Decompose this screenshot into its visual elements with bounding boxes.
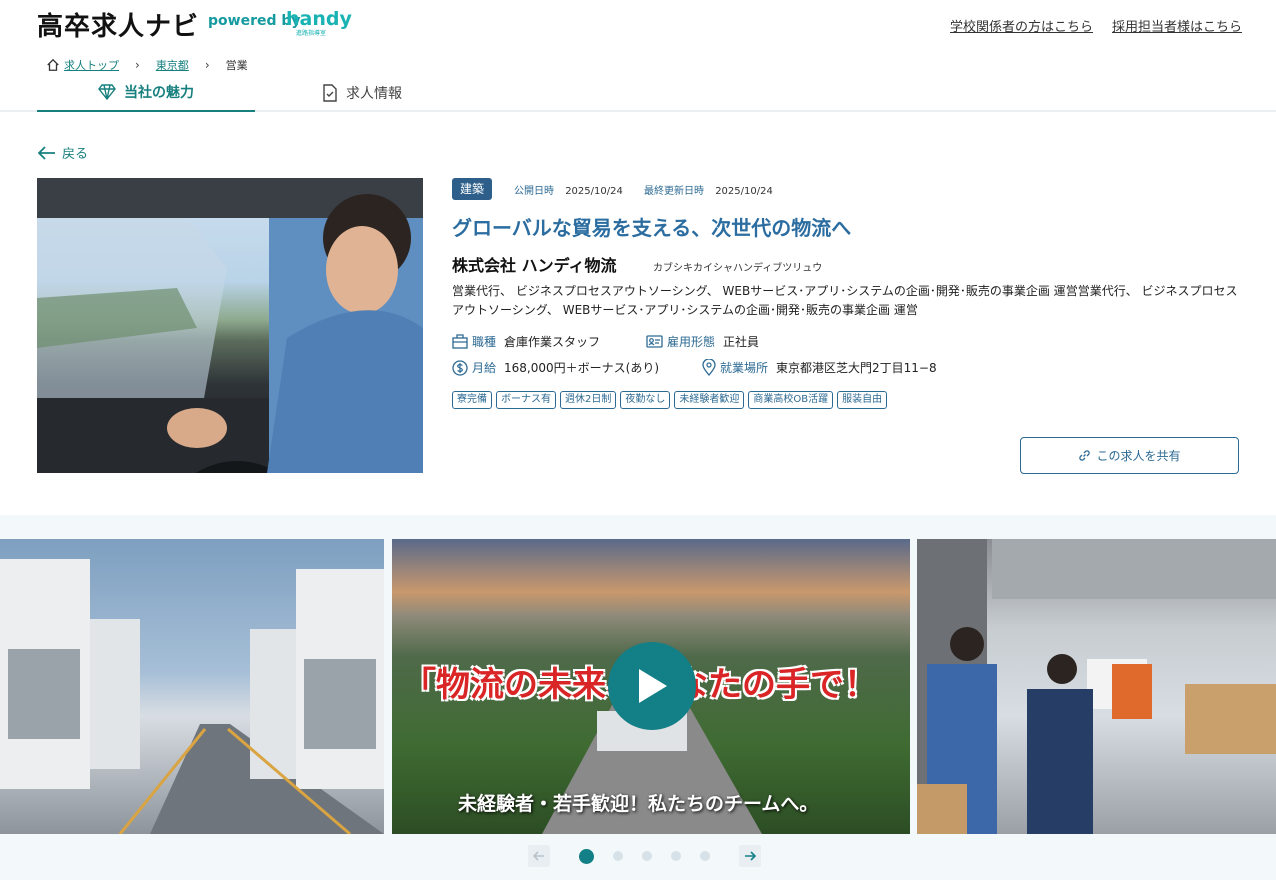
breadcrumb: 求人トップ › 東京都 › 営業	[46, 57, 248, 73]
gallery-photo-trucks[interactable]	[0, 539, 384, 834]
published-date: 2025/10/24	[565, 186, 623, 197]
feature-tag: ボーナス有	[496, 391, 556, 409]
arrow-left-icon	[38, 145, 55, 160]
breadcrumb-item-current: 営業	[225, 59, 248, 72]
tab-label: 当社の魅力	[124, 85, 194, 101]
company-name-kana: カブシキカイシャハンディブツリュウ	[653, 263, 823, 274]
salary-label: 月給	[472, 361, 497, 375]
briefcase-icon	[452, 334, 468, 349]
company-name: 株式会社 ハンディ物流	[452, 256, 617, 275]
published-meta: 公開日時 2025/10/24	[514, 182, 623, 197]
site-header: 高卒求人ナビ powered by handy 進路指導室 学校関係者の方はこち…	[0, 0, 1276, 48]
updated-label: 最終更新日時	[644, 186, 704, 197]
school-staff-link[interactable]: 学校関係者の方はこちら	[950, 16, 1093, 35]
play-icon	[639, 669, 667, 703]
diamond-icon	[98, 84, 116, 100]
feature-tag: 服装自由	[837, 391, 888, 409]
location-value: 東京都港区芝大門2丁目11−8	[776, 361, 937, 375]
back-label: 戻る	[62, 147, 89, 162]
video-caption-text: 未経験者・若手歓迎！私たちのチームへ。	[458, 793, 819, 815]
tab-label: 求人情報	[346, 86, 402, 102]
feature-tag: 未経験者歓迎	[674, 391, 745, 409]
gallery-next-button[interactable]	[739, 845, 761, 867]
handy-brand-logo: handy	[286, 8, 352, 30]
share-label: この求人を共有	[1096, 449, 1181, 463]
job-type-label: 職種	[472, 335, 497, 349]
feature-tag: 寮完備	[452, 391, 492, 409]
job-type-value: 倉庫作業スタッフ	[504, 335, 601, 349]
home-icon	[47, 58, 59, 71]
site-logo[interactable]: 高卒求人ナビ	[37, 6, 199, 43]
recruiter-link[interactable]: 採用担当者様はこちら	[1112, 16, 1242, 35]
feature-tag: 商業高校OB活躍	[748, 391, 834, 409]
play-button[interactable]	[608, 642, 696, 730]
link-icon	[1079, 450, 1091, 461]
page-tabs: 当社の魅力 求人情報	[0, 74, 1276, 112]
gallery-page-dot[interactable]	[642, 851, 652, 861]
business-description: 営業代行、 ビジネスプロセスアウトソーシング、 WEBサービス･アプリ･システム…	[452, 284, 1238, 317]
job-title: グローバルな貿易を支える、次世代の物流へ	[452, 216, 852, 240]
dollar-coin-icon	[452, 359, 468, 376]
share-job-button[interactable]: この求人を共有	[1020, 437, 1239, 474]
tab-job-info[interactable]: 求人情報	[322, 74, 402, 112]
tab-company-appeal[interactable]: 当社の魅力	[37, 74, 255, 112]
feature-tag: 夜勤なし	[620, 391, 671, 409]
employment-attribute: 雇用形態 正社員	[646, 333, 759, 350]
location-attribute: 就業場所 東京都港区芝大門2丁目11−8	[702, 359, 937, 376]
feature-tag: 週休2日制	[560, 391, 617, 409]
map-pin-icon	[702, 359, 716, 376]
document-check-icon	[323, 84, 337, 102]
employment-value: 正社員	[723, 335, 760, 349]
breadcrumb-item-top[interactable]: 求人トップ	[64, 57, 119, 73]
back-link[interactable]: 戻る	[38, 143, 88, 162]
feature-tags: 寮完備 ボーナス有 週休2日制 夜勤なし 未経験者歓迎 商業高校OB活躍 服装自…	[452, 391, 888, 409]
gallery-photo-warehouse[interactable]	[917, 539, 1276, 834]
gallery-pager	[528, 845, 761, 867]
updated-meta: 最終更新日時 2025/10/24	[644, 182, 773, 197]
published-label: 公開日時	[514, 186, 554, 197]
job-type-attribute: 職種 倉庫作業スタッフ	[452, 333, 600, 350]
employment-label: 雇用形態	[667, 335, 716, 349]
gallery-page-dot[interactable]	[579, 848, 594, 864]
arrow-left-icon	[533, 851, 544, 861]
breadcrumb-item-tokyo[interactable]: 東京都	[156, 57, 189, 73]
updated-date: 2025/10/24	[715, 186, 773, 197]
chevron-right-icon: ›	[135, 58, 140, 72]
id-card-icon	[646, 335, 663, 348]
handy-brand-sub: 進路指導室	[296, 30, 327, 37]
job-hero-photo	[37, 178, 423, 473]
salary-value: 168,000円＋ボーナス(あり)	[504, 361, 660, 375]
gallery-prev-button[interactable]	[528, 845, 550, 867]
gallery-page-dot[interactable]	[671, 851, 681, 861]
chevron-right-icon: ›	[204, 58, 210, 72]
arrow-right-icon	[745, 851, 756, 861]
gallery-page-dot[interactable]	[700, 851, 710, 861]
salary-attribute: 月給 168,000円＋ボーナス(あり)	[452, 359, 659, 376]
gallery-page-dot[interactable]	[613, 851, 623, 861]
category-badge: 建築	[452, 178, 493, 200]
gallery-video-logistics[interactable]: 「物流の未来、あなたの手で！ 未経験者・若手歓迎！私たちのチームへ。	[392, 539, 910, 834]
location-label: 就業場所	[720, 361, 769, 375]
